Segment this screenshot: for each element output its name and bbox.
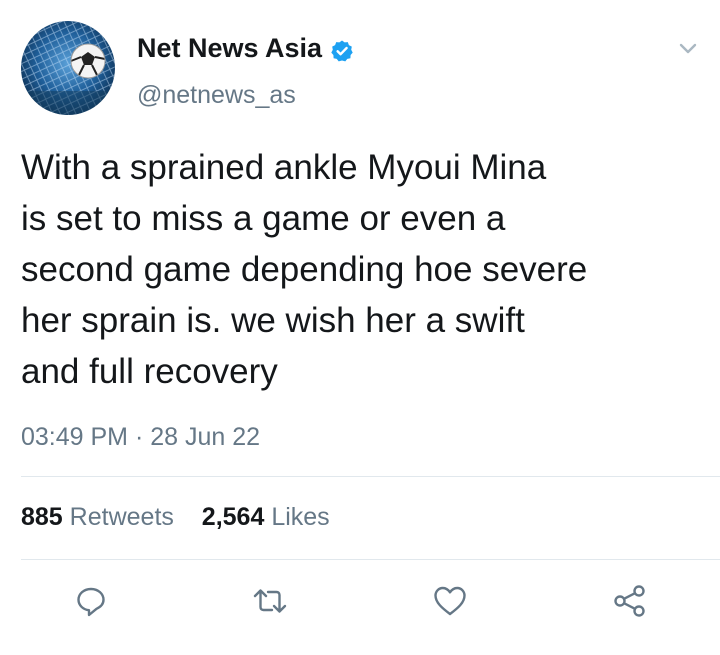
divider — [21, 476, 720, 477]
retweets-count: 885 — [21, 503, 63, 531]
divider — [21, 559, 720, 560]
like-button[interactable] — [432, 583, 468, 619]
tweet-text-line: second game depending hoe severe — [21, 250, 588, 289]
chevron-down-icon[interactable] — [672, 32, 704, 64]
engagement-stats: 885 Retweets 2,564 Likes — [21, 500, 330, 534]
retweets-label: Retweets — [69, 503, 174, 531]
share-button[interactable] — [612, 583, 648, 619]
share-icon — [614, 585, 645, 617]
heart-icon — [434, 586, 466, 616]
tweet-text-line: With a sprained ankle Myoui Mina — [21, 148, 547, 187]
avatar-soccer-image — [21, 21, 115, 115]
retweets-stat[interactable]: 885 Retweets — [21, 503, 181, 531]
likes-stat[interactable]: 2,564 Likes — [202, 503, 330, 531]
likes-label: Likes — [271, 503, 330, 531]
tweet-date: 28 Jun 22 — [150, 423, 261, 451]
tweet-text: With a sprained ankle Myoui Mina is set … — [21, 142, 701, 397]
display-name-text: Net News Asia — [137, 33, 323, 63]
timestamp[interactable]: 03:49 PM · 28 Jun 22 — [21, 420, 260, 454]
avatar[interactable] — [21, 21, 115, 115]
tweet-text-line: her sprain is. we wish her a swift — [21, 301, 525, 340]
reply-button[interactable] — [73, 583, 109, 619]
timestamp-separator: · — [134, 423, 144, 451]
reply-icon — [77, 587, 105, 617]
likes-count: 2,564 — [201, 503, 265, 531]
retweet-button[interactable] — [252, 583, 288, 619]
tweet-text-line: is set to miss a game or even a — [21, 199, 506, 238]
tweet-text-line: and full recovery — [21, 352, 278, 391]
display-name[interactable]: Net News Asia — [137, 30, 354, 66]
verified-badge-icon — [330, 36, 354, 62]
retweet-icon — [253, 589, 287, 613]
tweet-time: 03:49 PM — [21, 423, 129, 451]
user-handle[interactable]: @netnews_as — [137, 78, 296, 112]
